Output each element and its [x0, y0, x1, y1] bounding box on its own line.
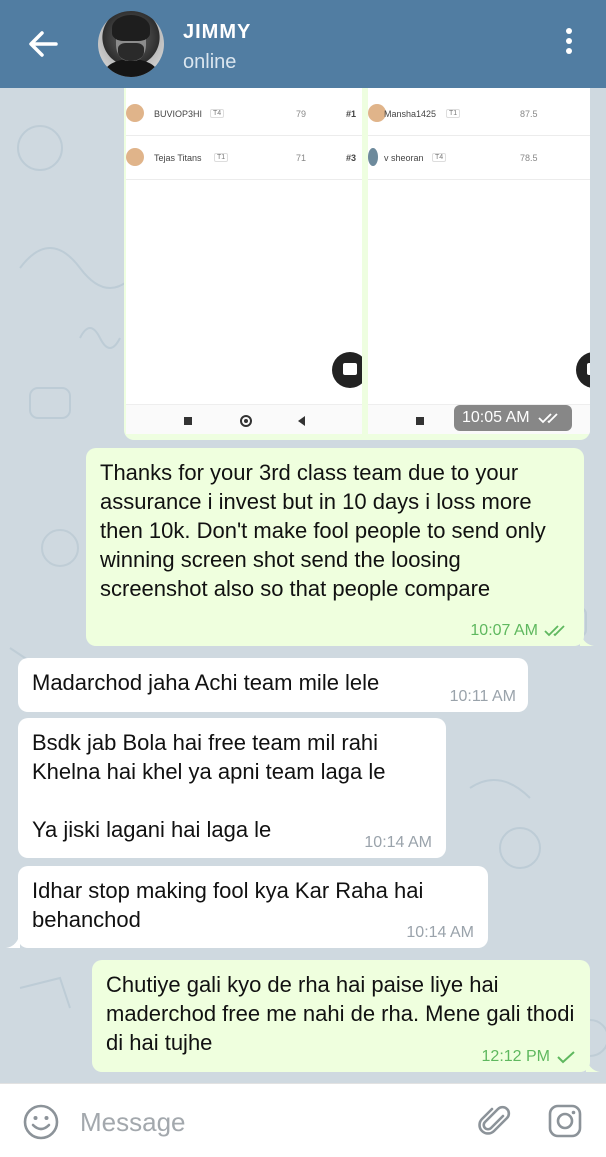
- camera-button[interactable]: [546, 1102, 584, 1140]
- message-meta: 10:05 AM: [454, 405, 573, 431]
- team-points: 79: [296, 109, 307, 119]
- user-avatar-icon: [368, 148, 378, 166]
- contact-name[interactable]: JIMMY: [183, 21, 251, 44]
- message-time: 10:05 AM: [462, 409, 530, 426]
- message-bubble-incoming[interactable]: Madarchod jaha Achi team mile lele 10:11…: [18, 658, 528, 712]
- recents-icon: [416, 417, 424, 425]
- emoji-button[interactable]: [22, 1103, 60, 1141]
- message-text: Chutiye gali kyo de rha hai paise liye h…: [106, 972, 581, 1055]
- message-bubble-outgoing[interactable]: Thanks for your 3rd class team due to yo…: [86, 448, 584, 646]
- leaderboard-row: Tejas Titans T1 71 #3: [126, 136, 362, 180]
- user-avatar-icon: [126, 104, 144, 122]
- user-avatar-icon: [126, 148, 144, 166]
- team-points: 87.5: [520, 109, 538, 119]
- team-tag: T4: [432, 153, 447, 162]
- leaderboard-row: v sheoran T4 78.5 #2: [368, 136, 590, 180]
- screenshot-image[interactable]: BUVIOP3HI T4 79 #1 Tejas Titans T1 71 #3: [126, 88, 362, 434]
- android-nav-bar: [126, 404, 362, 434]
- message-composer: [0, 1083, 606, 1157]
- chat-fab-icon: [576, 352, 590, 388]
- media-message[interactable]: BUVIOP3HI T4 79 #1 Tejas Titans T1 71 #3: [124, 88, 590, 440]
- bubble-tail: [586, 1056, 600, 1072]
- team-rank: #1: [345, 109, 356, 119]
- double-check-icon: [544, 625, 565, 637]
- team-tag: T4: [210, 109, 225, 118]
- message-text: Thanks for your 3rd class team due to yo…: [100, 460, 552, 601]
- team-points: 78.5: [520, 153, 538, 163]
- arrow-left-icon: [29, 31, 58, 57]
- menu-button[interactable]: [558, 28, 580, 60]
- bubble-tail: [6, 932, 20, 948]
- leaderboard-row: Mansha1425 T1 87.5 #1: [368, 92, 590, 136]
- message-time: 10:07 AM: [470, 622, 538, 639]
- leaderboard-row: BUVIOP3HI T4 79 #1: [126, 92, 362, 136]
- team-tag: T1: [214, 153, 229, 162]
- camera-icon: [548, 1104, 582, 1138]
- message-time: 12:12 PM: [481, 1048, 550, 1065]
- team-rank: #3: [345, 153, 356, 163]
- recents-icon: [184, 417, 192, 425]
- message-text: Madarchod jaha Achi team mile lele: [32, 670, 380, 695]
- more-vertical-icon: [566, 28, 572, 34]
- check-icon: [557, 1051, 575, 1064]
- message-list[interactable]: BUVIOP3HI T4 79 #1 Tejas Titans T1 71 #3: [0, 88, 606, 1083]
- team-name: BUVIOP3HI: [154, 109, 203, 119]
- home-icon: [240, 415, 252, 427]
- bubble-tail: [580, 630, 594, 646]
- chat-header: JIMMY online: [0, 0, 606, 88]
- attach-button[interactable]: [476, 1102, 514, 1140]
- team-name: v sheoran: [384, 153, 424, 163]
- chat-fab-icon: [332, 352, 362, 388]
- message-bubble-incoming[interactable]: Bsdk jab Bola hai free team mil rahi Khe…: [18, 718, 446, 858]
- message-time: 10:14 AM: [364, 834, 432, 851]
- back-button[interactable]: [22, 26, 62, 62]
- screenshot-image[interactable]: Mansha1425 T1 87.5 #1 v sheoran T4 78.5 …: [368, 88, 590, 434]
- message-text: Bsdk jab Bola hai free team mil rahi Khe…: [32, 730, 386, 842]
- avatar[interactable]: [98, 11, 164, 77]
- back-triangle-icon: [298, 416, 305, 426]
- message-bubble-outgoing[interactable]: Chutiye gali kyo de rha hai paise liye h…: [92, 960, 590, 1072]
- smiley-icon: [23, 1104, 59, 1140]
- team-name: Mansha1425: [384, 109, 437, 119]
- message-meta: 12:12 PM: [482, 1048, 576, 1066]
- paperclip-icon: [478, 1105, 511, 1135]
- message-time: 10:11 AM: [449, 688, 516, 705]
- team-tag: T1: [446, 109, 461, 118]
- message-time: 10:14 AM: [406, 924, 474, 941]
- message-meta: 10:07 AM: [470, 622, 570, 640]
- team-points: 71: [296, 153, 307, 163]
- message-input[interactable]: [80, 1102, 460, 1142]
- team-name: Tejas Titans: [154, 153, 202, 163]
- double-check-icon: [538, 413, 558, 424]
- message-bubble-incoming[interactable]: Idhar stop making fool kya Kar Raha hai …: [18, 866, 488, 948]
- contact-status: online: [183, 51, 237, 73]
